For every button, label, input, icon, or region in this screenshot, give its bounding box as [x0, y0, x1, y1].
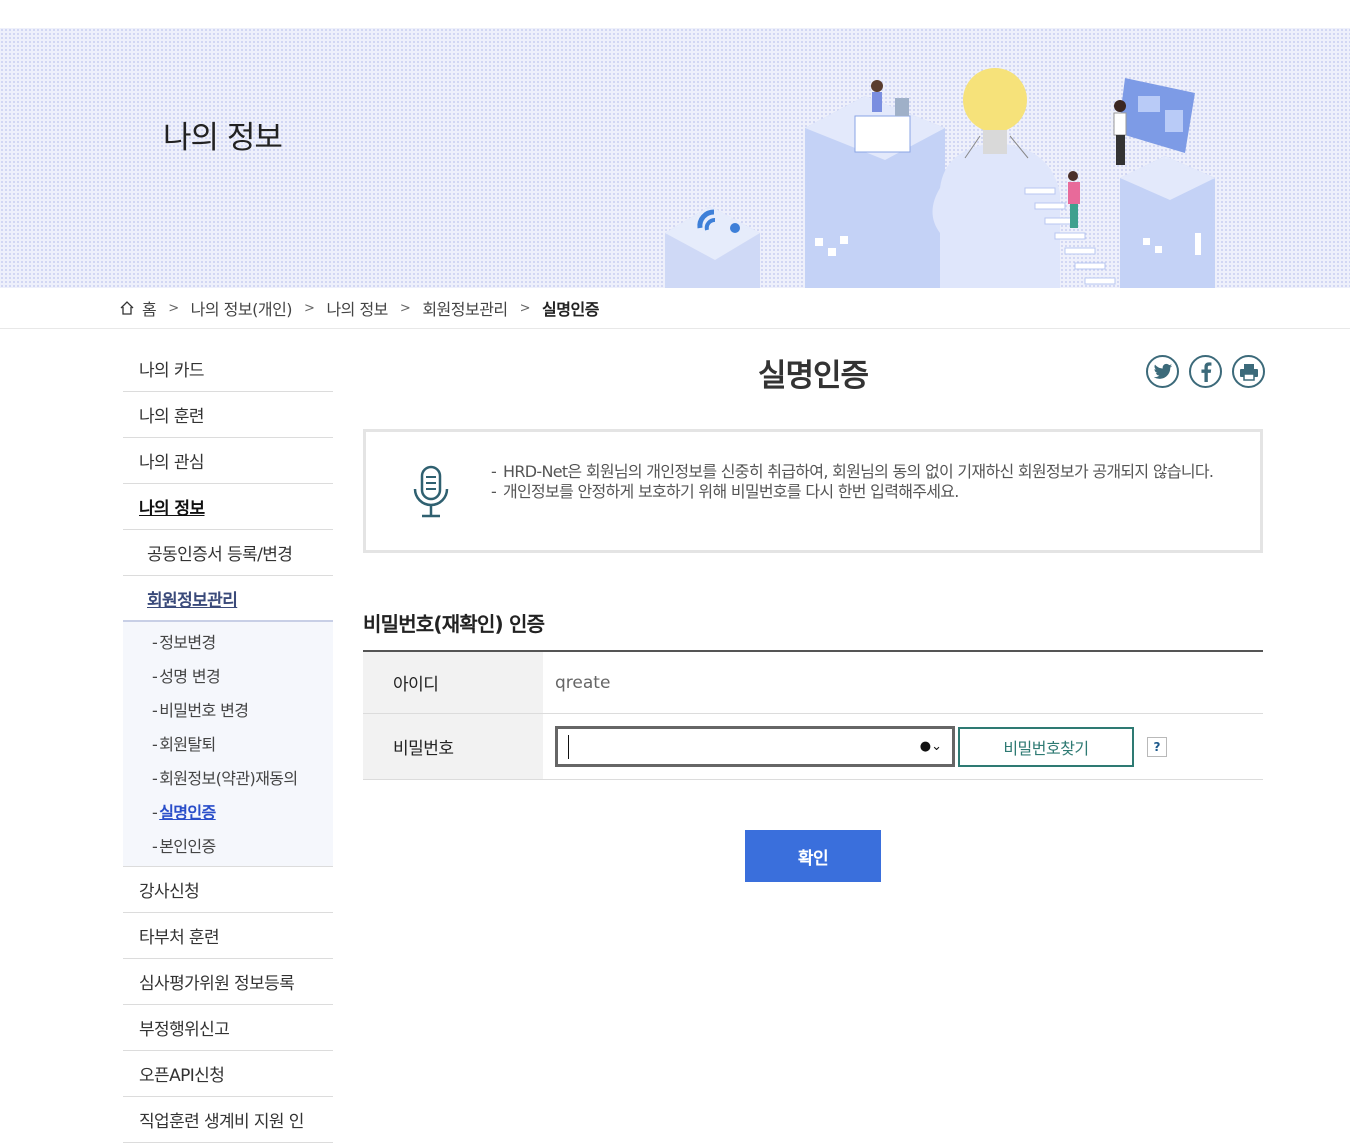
chevron-right-icon: >: [519, 300, 531, 316]
breadcrumb-item[interactable]: 회원정보관리: [422, 296, 508, 320]
sidebar-item-label: 타부처 훈련: [139, 928, 220, 948]
sidebar-item-label: 실명인증: [159, 803, 216, 822]
confirm-button[interactable]: 확인: [745, 830, 881, 882]
password-auth-form: 아이디 qreate 비밀번호 ●⌄ 비밀번호찾기 ?: [363, 650, 1263, 780]
breadcrumb-current: 실명인증: [542, 300, 599, 319]
share-buttons: [1146, 355, 1265, 388]
sidebar-nav: 나의 카드 나의 훈련 나의 관심 나의 정보 공동인증서 등록/변경 회원정보…: [123, 346, 333, 1143]
facebook-icon: [1200, 361, 1211, 382]
sidebar-item-other-ministry[interactable]: 타부처 훈련: [123, 913, 333, 959]
sidebar-item-label: 본인인증: [159, 837, 216, 856]
text-caret: [568, 734, 569, 759]
notice-line: - 개인정보를 안정하게 보호하기 위해 비밀번호를 다시 한번 입력해주세요.: [491, 482, 959, 501]
sidebar-item-label: 회원탈퇴: [159, 735, 216, 754]
sidebar-subsub-item[interactable]: - 비밀번호 변경: [123, 694, 333, 728]
breadcrumb-item[interactable]: 나의 정보(개인): [191, 296, 293, 320]
page-title: 실명인증: [757, 358, 869, 394]
breadcrumb: 홈 > 나의 정보(개인) > 나의 정보 > 회원정보관리 > 실명인증: [120, 288, 1220, 328]
banner-illustration: [665, 68, 1215, 288]
notice-line: - HRD-Net은 회원님의 개인정보를 신중히 취급하여, 회원님의 동의 없…: [491, 462, 1214, 481]
chevron-right-icon: >: [399, 300, 411, 316]
id-value: qreate: [555, 672, 611, 693]
page-banner: 나의 정보: [0, 28, 1350, 288]
home-icon[interactable]: [120, 301, 134, 315]
sidebar-item-living-support[interactable]: 직업훈련 생계비 지원 인: [123, 1097, 333, 1143]
sidebar-item-my-card[interactable]: 나의 카드: [123, 346, 333, 392]
sidebar-item-open-api[interactable]: 오픈API신청: [123, 1051, 333, 1097]
chevron-right-icon: >: [304, 300, 315, 316]
sidebar-item-report[interactable]: 부정행위신고: [123, 1005, 333, 1051]
sidebar-item-label: 나의 카드: [139, 361, 205, 381]
sidebar-item-label: 부정행위신고: [139, 1020, 230, 1040]
sidebar-sub-certificate[interactable]: 공동인증서 등록/변경: [123, 530, 333, 576]
sidebar-item-my-info[interactable]: 나의 정보: [123, 484, 333, 530]
sidebar-subsub-item[interactable]: - 회원탈퇴: [123, 728, 333, 762]
sidebar-item-evaluator[interactable]: 심사평가위원 정보등록: [123, 959, 333, 1005]
sidebar-item-label: 나의 정보: [139, 499, 205, 519]
help-button[interactable]: ?: [1147, 736, 1167, 757]
notice-line-text: HRD-Net은 회원님의 개인정보를 신중히 취급하여, 회원님의 동의 없이…: [503, 462, 1214, 481]
sidebar-item-label: 심사평가위원 정보등록: [139, 974, 295, 994]
sidebar-item-label: 비밀번호 변경: [159, 701, 249, 720]
twitter-icon: [1153, 363, 1172, 379]
sidebar-item-label: 나의 관심: [139, 453, 205, 473]
form-row-password: 비밀번호 ●⌄ 비밀번호찾기 ?: [363, 714, 1263, 780]
sidebar-subsub-item[interactable]: - 회원정보(약관)재동의: [123, 762, 333, 796]
sidebar-subsub-item[interactable]: - 성명 변경: [123, 660, 333, 694]
section-title: 비밀번호(재확인) 인증: [363, 612, 545, 636]
breadcrumb-home[interactable]: 홈: [142, 296, 157, 320]
password-cell: ●⌄ 비밀번호찾기 ?: [543, 714, 1263, 779]
banner-title: 나의 정보: [163, 120, 283, 156]
sidebar-item-instructor[interactable]: 강사신청: [123, 867, 333, 913]
find-password-button[interactable]: 비밀번호찾기: [958, 726, 1134, 767]
sidebar-item-label: 강사신청: [139, 882, 200, 902]
sidebar-subsub-item[interactable]: - 본인인증: [123, 830, 333, 864]
sidebar-item-label: 공동인증서 등록/변경: [147, 545, 293, 565]
sidebar-item-label: 성명 변경: [159, 667, 221, 686]
twitter-button[interactable]: [1146, 355, 1179, 388]
notice-line-text: 개인정보를 안정하게 보호하기 위해 비밀번호를 다시 한번 입력해주세요.: [503, 482, 959, 501]
sidebar-item-my-interest[interactable]: 나의 관심: [123, 438, 333, 484]
password-label: 비밀번호: [363, 714, 543, 779]
sidebar-sub-member-info[interactable]: 회원정보관리: [123, 576, 333, 622]
breadcrumb-divider: [0, 328, 1350, 329]
notice-text: - HRD-Net은 회원님의 개인정보를 신중히 취급하여, 회원님의 동의 없…: [491, 462, 1236, 502]
sidebar-item-label: 회원정보관리: [147, 590, 238, 611]
microphone-icon: [413, 465, 449, 518]
print-button[interactable]: [1232, 355, 1265, 388]
form-row-id: 아이디 qreate: [363, 652, 1263, 714]
sidebar-item-label: 오픈API신청: [139, 1066, 225, 1086]
sidebar-item-label: 정보변경: [159, 633, 216, 652]
facebook-button[interactable]: [1189, 355, 1222, 388]
sidebar-subsub-list: - 정보변경 - 성명 변경 - 비밀번호 변경 - 회원탈퇴 - 회원정보(약관)재동의…: [123, 622, 333, 867]
key-icon[interactable]: ●⌄: [920, 739, 942, 754]
sidebar-item-label: 나의 훈련: [139, 407, 205, 427]
id-label: 아이디: [363, 652, 543, 713]
sidebar-subsub-item-current[interactable]: - 실명인증: [123, 796, 333, 830]
chevron-right-icon: >: [168, 300, 179, 316]
print-icon: [1239, 363, 1258, 381]
sidebar-subsub-item[interactable]: - 정보변경: [123, 626, 333, 660]
sidebar-item-label: 회원정보(약관)재동의: [159, 769, 298, 788]
sidebar-item-my-training[interactable]: 나의 훈련: [123, 392, 333, 438]
sidebar-item-label: 직업훈련 생계비 지원 인: [139, 1112, 304, 1132]
breadcrumb-item[interactable]: 나의 정보: [326, 296, 388, 320]
notice-box: - HRD-Net은 회원님의 개인정보를 신중히 취급하여, 회원님의 동의 없…: [363, 429, 1263, 553]
password-input[interactable]: ●⌄: [555, 726, 955, 767]
